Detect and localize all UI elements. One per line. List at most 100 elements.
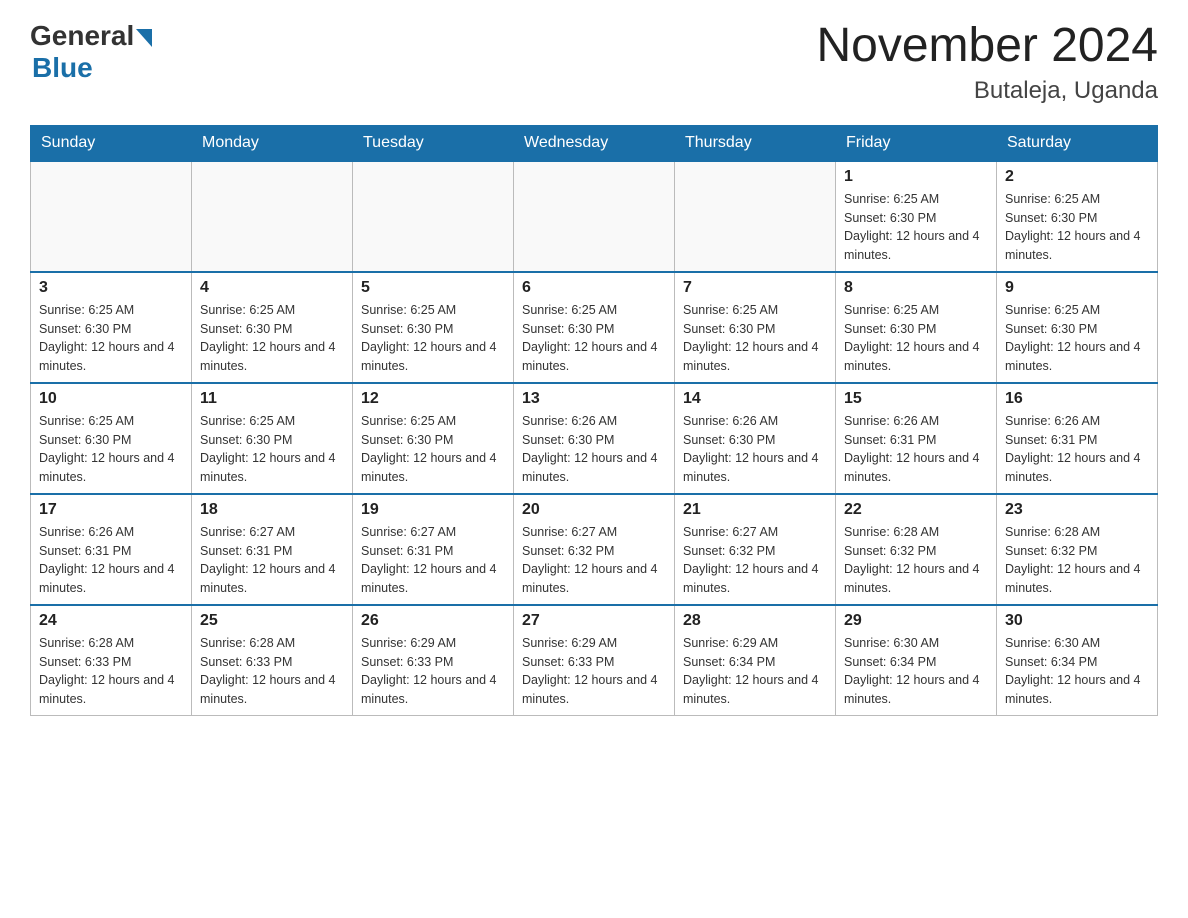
calendar-cell: 23Sunrise: 6:28 AMSunset: 6:32 PMDayligh… (997, 494, 1158, 605)
calendar-cell: 30 Sunrise: 6:30 AMSunset: 6:34 PMDayligh… (997, 605, 1158, 716)
day-info: Sunrise: 6:29 AMSunset: 6:33 PMDaylight:… (361, 634, 505, 709)
day-number: 14 (683, 390, 827, 408)
day-number: 7 (683, 279, 827, 297)
calendar-cell: 3Sunrise: 6:25 AMSunset: 6:30 PMDaylight… (31, 272, 192, 383)
calendar-week-row: 17Sunrise: 6:26 AMSunset: 6:31 PMDayligh… (31, 494, 1158, 605)
calendar-cell: 24 Sunrise: 6:28 AMSunset: 6:33 PMDayligh… (31, 605, 192, 716)
day-info: Sunrise: 6:30 AMSunset: 6:34 PMDaylight:… (844, 634, 988, 709)
title-section: November 2024 Butaleja, Uganda (816, 20, 1158, 105)
calendar-week-row: 1 Sunrise: 6:25 AMSunset: 6:30 PMDaylight… (31, 161, 1158, 272)
day-number: 19 (361, 501, 505, 519)
calendar-day-header: Sunday (31, 125, 192, 161)
calendar-cell (31, 161, 192, 272)
calendar-day-header: Saturday (997, 125, 1158, 161)
day-info: Sunrise: 6:27 AMSunset: 6:32 PMDaylight:… (522, 523, 666, 598)
page-header: General Blue November 2024 Butaleja, Uga… (30, 20, 1158, 105)
day-number: 9 (1005, 279, 1149, 297)
calendar-day-header: Wednesday (514, 125, 675, 161)
day-number: 26 (361, 612, 505, 630)
day-info: Sunrise: 6:25 AMSunset: 6:30 PMDaylight:… (844, 301, 988, 376)
calendar-table: SundayMondayTuesdayWednesdayThursdayFrid… (30, 125, 1158, 716)
calendar-cell: 17Sunrise: 6:26 AMSunset: 6:31 PMDayligh… (31, 494, 192, 605)
day-info: Sunrise: 6:25 AMSunset: 6:30 PMDaylight:… (1005, 190, 1149, 265)
day-info: Sunrise: 6:25 AMSunset: 6:30 PMDaylight:… (361, 301, 505, 376)
day-info: Sunrise: 6:25 AMSunset: 6:30 PMDaylight:… (844, 190, 988, 265)
calendar-cell: 16Sunrise: 6:26 AMSunset: 6:31 PMDayligh… (997, 383, 1158, 494)
day-info: Sunrise: 6:25 AMSunset: 6:30 PMDaylight:… (200, 301, 344, 376)
day-info: Sunrise: 6:25 AMSunset: 6:30 PMDaylight:… (361, 412, 505, 487)
day-number: 21 (683, 501, 827, 519)
page-title: November 2024 (816, 20, 1158, 73)
calendar-day-header: Tuesday (353, 125, 514, 161)
logo: General Blue (30, 20, 152, 84)
day-info: Sunrise: 6:25 AMSunset: 6:30 PMDaylight:… (1005, 301, 1149, 376)
calendar-cell: 11Sunrise: 6:25 AMSunset: 6:30 PMDayligh… (192, 383, 353, 494)
calendar-week-row: 10 Sunrise: 6:25 AMSunset: 6:30 PMDayligh… (31, 383, 1158, 494)
day-info: Sunrise: 6:25 AMSunset: 6:30 PMDaylight:… (200, 412, 344, 487)
calendar-cell: 5Sunrise: 6:25 AMSunset: 6:30 PMDaylight… (353, 272, 514, 383)
day-info: Sunrise: 6:25 AMSunset: 6:30 PMDaylight:… (39, 412, 183, 487)
calendar-cell: 26 Sunrise: 6:29 AMSunset: 6:33 PMDayligh… (353, 605, 514, 716)
day-info: Sunrise: 6:30 AMSunset: 6:34 PMDaylight:… (1005, 634, 1149, 709)
day-number: 8 (844, 279, 988, 297)
day-number: 16 (1005, 390, 1149, 408)
calendar-cell: 12 Sunrise: 6:25 AMSunset: 6:30 PMDayligh… (353, 383, 514, 494)
calendar-cell: 18 Sunrise: 6:27 AMSunset: 6:31 PMDayligh… (192, 494, 353, 605)
day-info: Sunrise: 6:25 AMSunset: 6:30 PMDaylight:… (683, 301, 827, 376)
day-info: Sunrise: 6:29 AMSunset: 6:34 PMDaylight:… (683, 634, 827, 709)
day-number: 10 (39, 390, 183, 408)
day-number: 4 (200, 279, 344, 297)
day-number: 18 (200, 501, 344, 519)
day-number: 15 (844, 390, 988, 408)
day-info: Sunrise: 6:25 AMSunset: 6:30 PMDaylight:… (522, 301, 666, 376)
day-number: 27 (522, 612, 666, 630)
day-number: 17 (39, 501, 183, 519)
calendar-cell: 21 Sunrise: 6:27 AMSunset: 6:32 PMDayligh… (675, 494, 836, 605)
page-subtitle: Butaleja, Uganda (816, 77, 1158, 105)
calendar-cell (514, 161, 675, 272)
day-info: Sunrise: 6:28 AMSunset: 6:33 PMDaylight:… (200, 634, 344, 709)
day-number: 25 (200, 612, 344, 630)
calendar-cell: 20 Sunrise: 6:27 AMSunset: 6:32 PMDayligh… (514, 494, 675, 605)
day-number: 22 (844, 501, 988, 519)
calendar-cell (192, 161, 353, 272)
calendar-week-row: 3Sunrise: 6:25 AMSunset: 6:30 PMDaylight… (31, 272, 1158, 383)
day-number: 12 (361, 390, 505, 408)
day-info: Sunrise: 6:26 AMSunset: 6:30 PMDaylight:… (522, 412, 666, 487)
day-number: 6 (522, 279, 666, 297)
calendar-cell: 28 Sunrise: 6:29 AMSunset: 6:34 PMDayligh… (675, 605, 836, 716)
day-info: Sunrise: 6:27 AMSunset: 6:31 PMDaylight:… (200, 523, 344, 598)
calendar-day-header: Monday (192, 125, 353, 161)
day-number: 28 (683, 612, 827, 630)
day-number: 30 (1005, 612, 1149, 630)
calendar-cell: 14Sunrise: 6:26 AMSunset: 6:30 PMDayligh… (675, 383, 836, 494)
day-number: 1 (844, 168, 988, 186)
logo-arrow-icon (136, 29, 152, 47)
day-info: Sunrise: 6:28 AMSunset: 6:33 PMDaylight:… (39, 634, 183, 709)
day-info: Sunrise: 6:28 AMSunset: 6:32 PMDaylight:… (844, 523, 988, 598)
calendar-cell: 22 Sunrise: 6:28 AMSunset: 6:32 PMDayligh… (836, 494, 997, 605)
day-number: 13 (522, 390, 666, 408)
calendar-cell: 13 Sunrise: 6:26 AMSunset: 6:30 PMDayligh… (514, 383, 675, 494)
calendar-week-row: 24 Sunrise: 6:28 AMSunset: 6:33 PMDayligh… (31, 605, 1158, 716)
day-number: 24 (39, 612, 183, 630)
calendar-day-header: Friday (836, 125, 997, 161)
day-info: Sunrise: 6:25 AMSunset: 6:30 PMDaylight:… (39, 301, 183, 376)
calendar-cell: 8 Sunrise: 6:25 AMSunset: 6:30 PMDaylight… (836, 272, 997, 383)
calendar-cell: 7 Sunrise: 6:25 AMSunset: 6:30 PMDaylight… (675, 272, 836, 383)
day-number: 20 (522, 501, 666, 519)
day-info: Sunrise: 6:28 AMSunset: 6:32 PMDaylight:… (1005, 523, 1149, 598)
day-info: Sunrise: 6:27 AMSunset: 6:31 PMDaylight:… (361, 523, 505, 598)
calendar-header-row: SundayMondayTuesdayWednesdayThursdayFrid… (31, 125, 1158, 161)
calendar-cell: 9 Sunrise: 6:25 AMSunset: 6:30 PMDaylight… (997, 272, 1158, 383)
calendar-cell: 29Sunrise: 6:30 AMSunset: 6:34 PMDayligh… (836, 605, 997, 716)
calendar-cell: 10 Sunrise: 6:25 AMSunset: 6:30 PMDayligh… (31, 383, 192, 494)
calendar-cell (675, 161, 836, 272)
calendar-cell: 27 Sunrise: 6:29 AMSunset: 6:33 PMDayligh… (514, 605, 675, 716)
day-info: Sunrise: 6:27 AMSunset: 6:32 PMDaylight:… (683, 523, 827, 598)
calendar-cell (353, 161, 514, 272)
calendar-cell: 15Sunrise: 6:26 AMSunset: 6:31 PMDayligh… (836, 383, 997, 494)
logo-blue-text: Blue (32, 52, 93, 84)
day-info: Sunrise: 6:29 AMSunset: 6:33 PMDaylight:… (522, 634, 666, 709)
calendar-cell: 1 Sunrise: 6:25 AMSunset: 6:30 PMDaylight… (836, 161, 997, 272)
